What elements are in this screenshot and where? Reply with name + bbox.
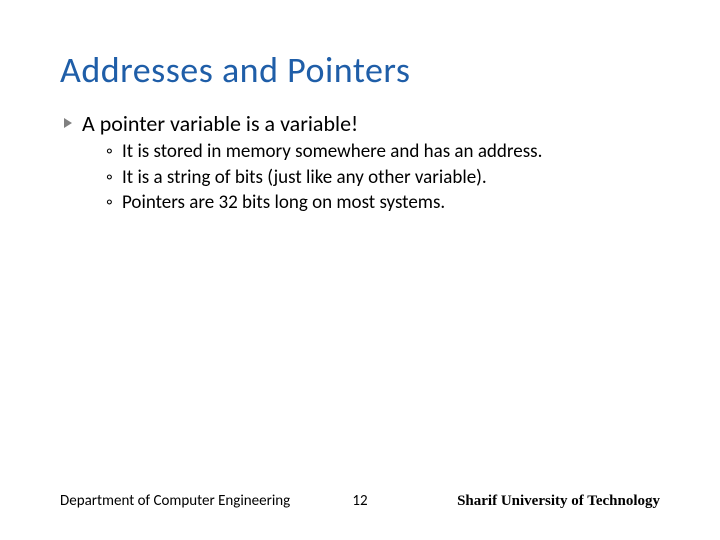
slide-title: Addresses and Pointers — [60, 48, 660, 92]
sub-bullet: It is a string of bits (just like any ot… — [106, 165, 660, 191]
footer: Department of Computer Engineering 12 Sh… — [0, 492, 720, 510]
page-number: 12 — [352, 492, 367, 510]
sub-bullet: Pointers are 32 bits long on most system… — [106, 190, 660, 216]
footer-department: Department of Computer Engineering — [60, 492, 290, 510]
footer-university: Sharif University of Technology — [457, 493, 660, 510]
sub-bullet-list: It is stored in memory somewhere and has… — [106, 139, 660, 216]
main-bullet: A pointer variable is a variable! — [64, 110, 660, 137]
slide: Addresses and Pointers A pointer variabl… — [0, 0, 720, 540]
sub-bullet: It is stored in memory somewhere and has… — [106, 139, 660, 165]
